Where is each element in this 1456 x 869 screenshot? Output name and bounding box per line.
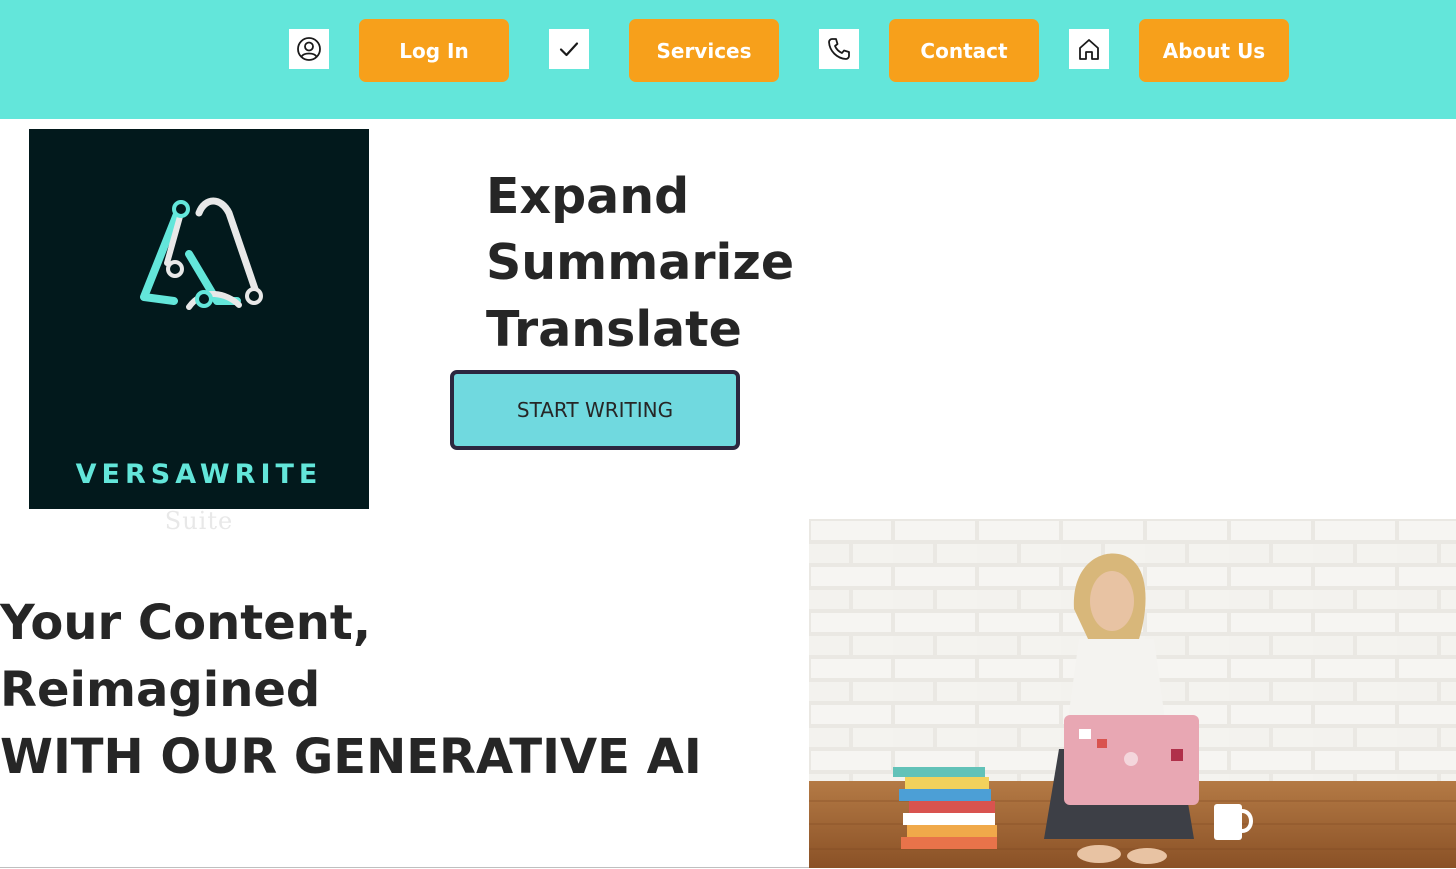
top-navigation-bar: Log In Services Contact About Us: [0, 0, 1456, 119]
tagline: Your Content, Reimagined WITH OUR GENERA…: [0, 590, 702, 791]
home-icon[interactable]: [1069, 29, 1109, 69]
log-in-button[interactable]: Log In: [359, 19, 509, 82]
logo-subtitle: Suite: [164, 507, 234, 535]
user-circle-icon[interactable]: [289, 29, 329, 69]
tagline-line-1: Your Content,: [0, 595, 372, 651]
versawrite-logo-mark: [140, 197, 263, 310]
hero-photo-woman-with-laptop: [809, 519, 1456, 868]
tagline-line-2: Reimagined: [0, 662, 321, 718]
logo-name: VERSAWRITE: [75, 459, 323, 490]
phone-icon[interactable]: [819, 29, 859, 69]
check-icon[interactable]: [549, 29, 589, 69]
section-divider: [0, 867, 809, 868]
tagline-line-3: WITH OUR GENERATIVE AI: [0, 729, 702, 785]
contact-button[interactable]: Contact: [889, 19, 1039, 82]
hero-word-expand: Expand: [486, 168, 690, 225]
hero-word-translate: Translate: [486, 301, 742, 358]
versawrite-logo: VERSAWRITE Suite: [29, 129, 369, 535]
start-writing-button[interactable]: START WRITING: [450, 370, 740, 450]
hero-word-summarize: Summarize: [486, 234, 795, 291]
services-button[interactable]: Services: [629, 19, 779, 82]
about-us-button[interactable]: About Us: [1139, 19, 1289, 82]
